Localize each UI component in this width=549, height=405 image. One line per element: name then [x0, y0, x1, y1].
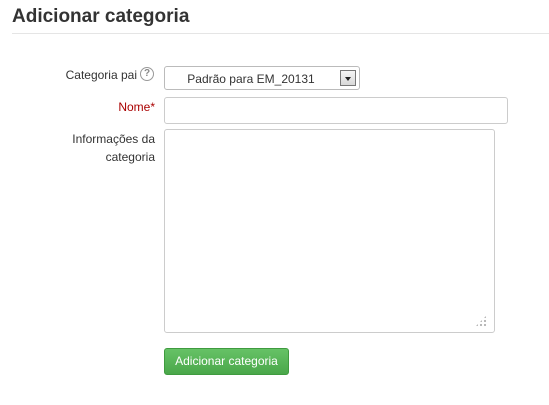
chevron-down-icon[interactable]	[340, 70, 356, 86]
parent-category-select[interactable]: Padrão para EM_20131	[164, 66, 360, 90]
parent-category-selected-value: Padrão para EM_20131	[187, 72, 315, 86]
name-label: Nome*	[118, 99, 155, 115]
help-icon[interactable]: ?	[140, 67, 154, 81]
parent-category-label: Categoria pai	[65, 68, 137, 82]
description-label-line2: categoria	[105, 150, 155, 164]
required-marker: *	[150, 100, 155, 114]
title-divider	[12, 33, 549, 34]
description-textarea[interactable]	[164, 129, 495, 333]
name-input[interactable]	[164, 97, 508, 124]
page-title: Adicionar categoria	[12, 6, 190, 27]
add-category-button[interactable]: Adicionar categoria	[164, 348, 289, 375]
name-label-text: Nome	[118, 100, 151, 114]
description-label-line1: Informações da	[72, 132, 155, 146]
description-label: Informações da categoria	[72, 130, 155, 166]
